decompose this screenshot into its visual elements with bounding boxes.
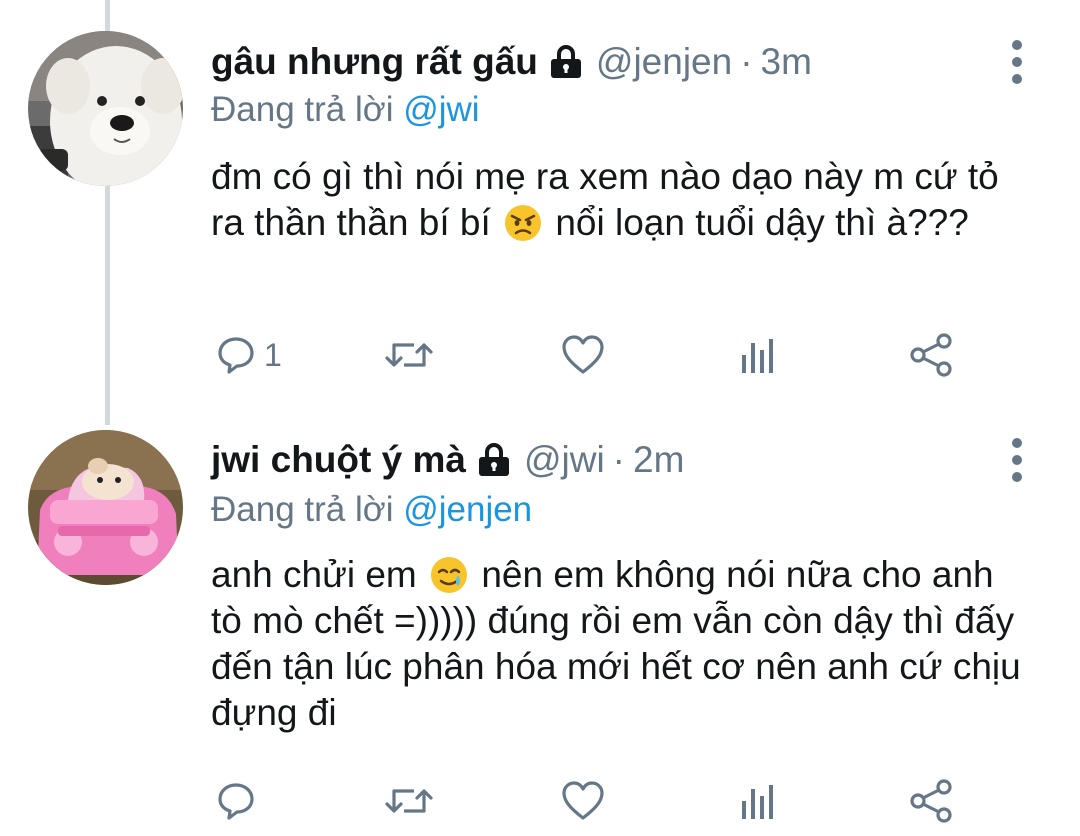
reply-button[interactable] [214,776,264,826]
display-name[interactable]: gâu nhưng rất gấu [211,40,538,84]
separator-dot: · [740,41,753,82]
avatar[interactable] [28,430,183,585]
timestamp[interactable]: 3m [761,40,812,84]
like-button[interactable] [560,330,606,380]
lock-icon [476,443,512,477]
reply-mention-link[interactable]: @jenjen [403,490,532,529]
tweet-text-part: nổi loạn tuổi dậy thì à??? [555,202,969,243]
analytics-icon [740,333,776,377]
replying-to: Đang trả lời @jwi [211,88,480,132]
tweet-actions: 1 [0,330,1080,380]
smiling-face-with-tear-icon [429,555,469,595]
reply-mention-link[interactable]: @jwi [403,90,479,129]
tweet[interactable]: jwi chuột ý mà @jwi · 2m Đang trả lời @j… [0,410,1080,836]
tweet[interactable]: gâu nhưng rất gấu @jenjen · 3m Đang trả … [0,0,1080,410]
analytics-icon [740,779,776,823]
share-button[interactable] [908,330,954,380]
reply-icon [214,779,258,823]
reply-prefix: Đang trả lời [211,490,394,529]
tweet-header: jwi chuột ý mà @jwi · 2m [211,438,684,482]
analytics-button[interactable] [740,330,776,380]
like-icon [560,333,606,377]
replying-to: Đang trả lời @jenjen [211,488,532,532]
tweet-text-part: anh chửi em [211,554,417,595]
tweet-header: gâu nhưng rất gấu @jenjen · 3m [211,40,812,84]
user-handle[interactable]: @jwi [524,438,605,482]
lock-icon [548,45,584,79]
angry-face-icon [503,203,543,243]
reply-prefix: Đang trả lời [211,90,394,129]
hamster-in-pink-car-avatar [28,430,183,585]
reply-button[interactable]: 1 [214,330,282,380]
like-icon [560,779,606,823]
retweet-icon [384,333,434,377]
tweet-actions [0,776,1080,826]
white-dog-avatar [28,31,183,186]
share-button[interactable] [908,776,954,826]
tweet-text: đm có gì thì nói mẹ ra xem nào dạo này m… [211,154,1031,246]
share-icon [908,333,954,377]
avatar[interactable] [28,31,183,186]
reply-icon [214,333,258,377]
tweet-text: anh chửi em nên em không nói nữa cho anh… [211,552,1031,736]
timestamp[interactable]: 2m [633,438,684,482]
share-icon [908,779,954,823]
retweet-button[interactable] [384,330,434,380]
retweet-icon [384,779,434,823]
user-handle[interactable]: @jenjen [596,40,732,84]
analytics-button[interactable] [740,776,776,826]
retweet-button[interactable] [384,776,434,826]
separator-dot: · [612,439,625,480]
display-name[interactable]: jwi chuột ý mà [211,438,466,482]
more-icon[interactable] [1005,40,1029,84]
more-icon[interactable] [1005,438,1029,482]
reply-count: 1 [264,336,282,373]
like-button[interactable] [560,776,606,826]
